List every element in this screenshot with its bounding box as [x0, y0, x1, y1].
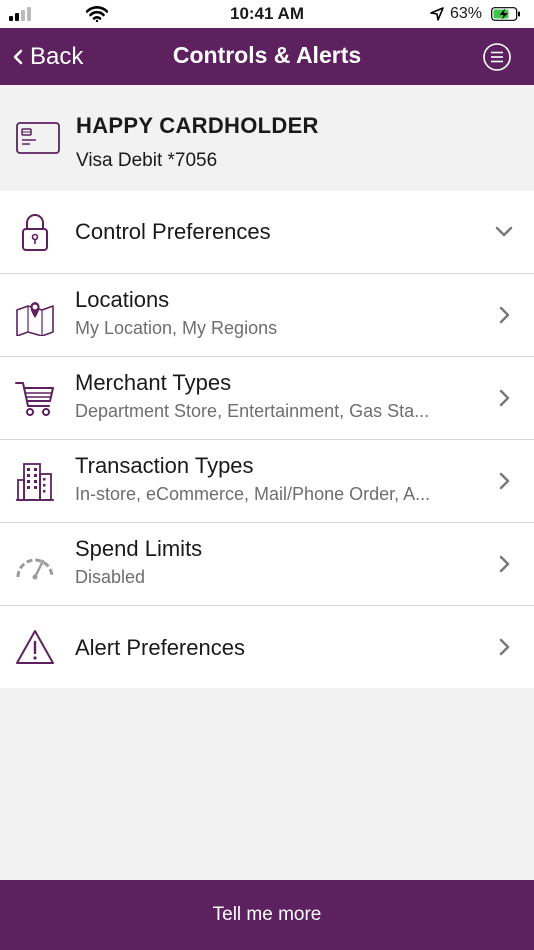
settings-list: Control Preferences Locations My Locatio…: [0, 191, 534, 688]
row-title: Transaction Types: [75, 453, 254, 478]
credit-card-icon: [16, 122, 60, 154]
chevron-down-icon: [495, 226, 513, 237]
row-title: Merchant Types: [75, 370, 232, 395]
row-subtitle: Department Store, Entertainment, Gas Sta…: [75, 401, 430, 421]
shopping-cart-icon: [15, 382, 54, 416]
row-title: Locations: [75, 287, 170, 312]
nav-bar: Back Controls & Alerts: [0, 28, 534, 85]
chevron-right-icon: [499, 638, 510, 656]
row-title: Alert Preferences: [75, 635, 245, 660]
buildings-icon: [16, 463, 54, 501]
chevron-right-icon: [499, 555, 510, 573]
warning-triangle-icon: [16, 630, 54, 664]
list-item-spend-limits[interactable]: Spend Limits Disabled: [0, 523, 534, 606]
row-subtitle: Disabled: [75, 567, 146, 587]
back-button[interactable]: Back: [12, 42, 83, 72]
row-title: Control Preferences: [75, 219, 271, 244]
list-item-locations[interactable]: Locations My Location, My Regions: [0, 274, 534, 357]
location-arrow-icon: [430, 7, 444, 21]
row-subtitle: In-store, eCommerce, Mail/Phone Order, A…: [75, 484, 431, 504]
list-item-transaction-types[interactable]: Transaction Types In-store, eCommerce, M…: [0, 440, 534, 523]
cardholder-name: HAPPY CARDHOLDER: [76, 113, 319, 138]
list-item-merchant-types[interactable]: Merchant Types Department Store, Enterta…: [0, 357, 534, 440]
battery-percent: 63%: [450, 5, 483, 22]
chevron-right-icon: [499, 472, 510, 490]
list-item-control-preferences[interactable]: Control Preferences: [0, 191, 534, 274]
chevron-left-icon: [13, 49, 23, 65]
list-item-alert-preferences[interactable]: Alert Preferences: [0, 606, 534, 688]
speedometer-icon: [16, 558, 54, 580]
row-title: Spend Limits: [75, 536, 203, 561]
battery-charging-icon: [491, 7, 520, 21]
status-bar: 10:41 AM 63%: [0, 0, 534, 28]
chevron-right-icon: [499, 389, 510, 407]
hamburger-menu-icon[interactable]: [482, 42, 512, 72]
row-subtitle: My Location, My Regions: [75, 318, 278, 338]
back-label: Back: [30, 43, 84, 70]
chevron-right-icon: [499, 306, 510, 324]
card-number: Visa Debit *7056: [76, 150, 218, 171]
padlock-icon: [22, 214, 48, 251]
map-pin-icon: [16, 302, 54, 336]
tell-me-more-button[interactable]: Tell me more: [0, 880, 534, 950]
